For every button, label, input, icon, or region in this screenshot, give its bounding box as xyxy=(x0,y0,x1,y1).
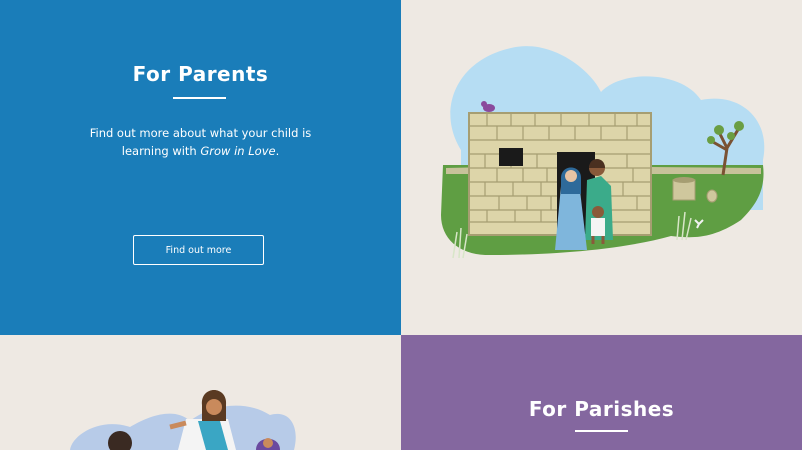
parents-heading: For Parents xyxy=(132,62,269,86)
parents-description: Find out more about what your child is l… xyxy=(70,124,331,160)
child-face xyxy=(263,438,273,448)
jesus-illustration-panel xyxy=(0,335,401,450)
parents-heading-underline xyxy=(173,97,226,99)
jesus-illustration xyxy=(70,390,296,450)
parishes-heading-underline xyxy=(575,430,628,432)
find-out-more-button[interactable]: Find out more xyxy=(133,235,264,265)
house-window xyxy=(499,148,523,166)
parishes-heading: For Parishes xyxy=(528,397,675,421)
parishes-panel: For Parishes xyxy=(401,335,802,450)
promo-grid: For Parents Find out more about what you… xyxy=(0,0,802,450)
parents-panel: For Parents Find out more about what you… xyxy=(0,0,401,335)
parents-description-emphasis: Grow in Love xyxy=(200,144,276,158)
parents-description-end: . xyxy=(275,144,280,158)
holy-family-illustration-panel xyxy=(401,0,802,335)
holy-family-illustration xyxy=(441,46,765,259)
